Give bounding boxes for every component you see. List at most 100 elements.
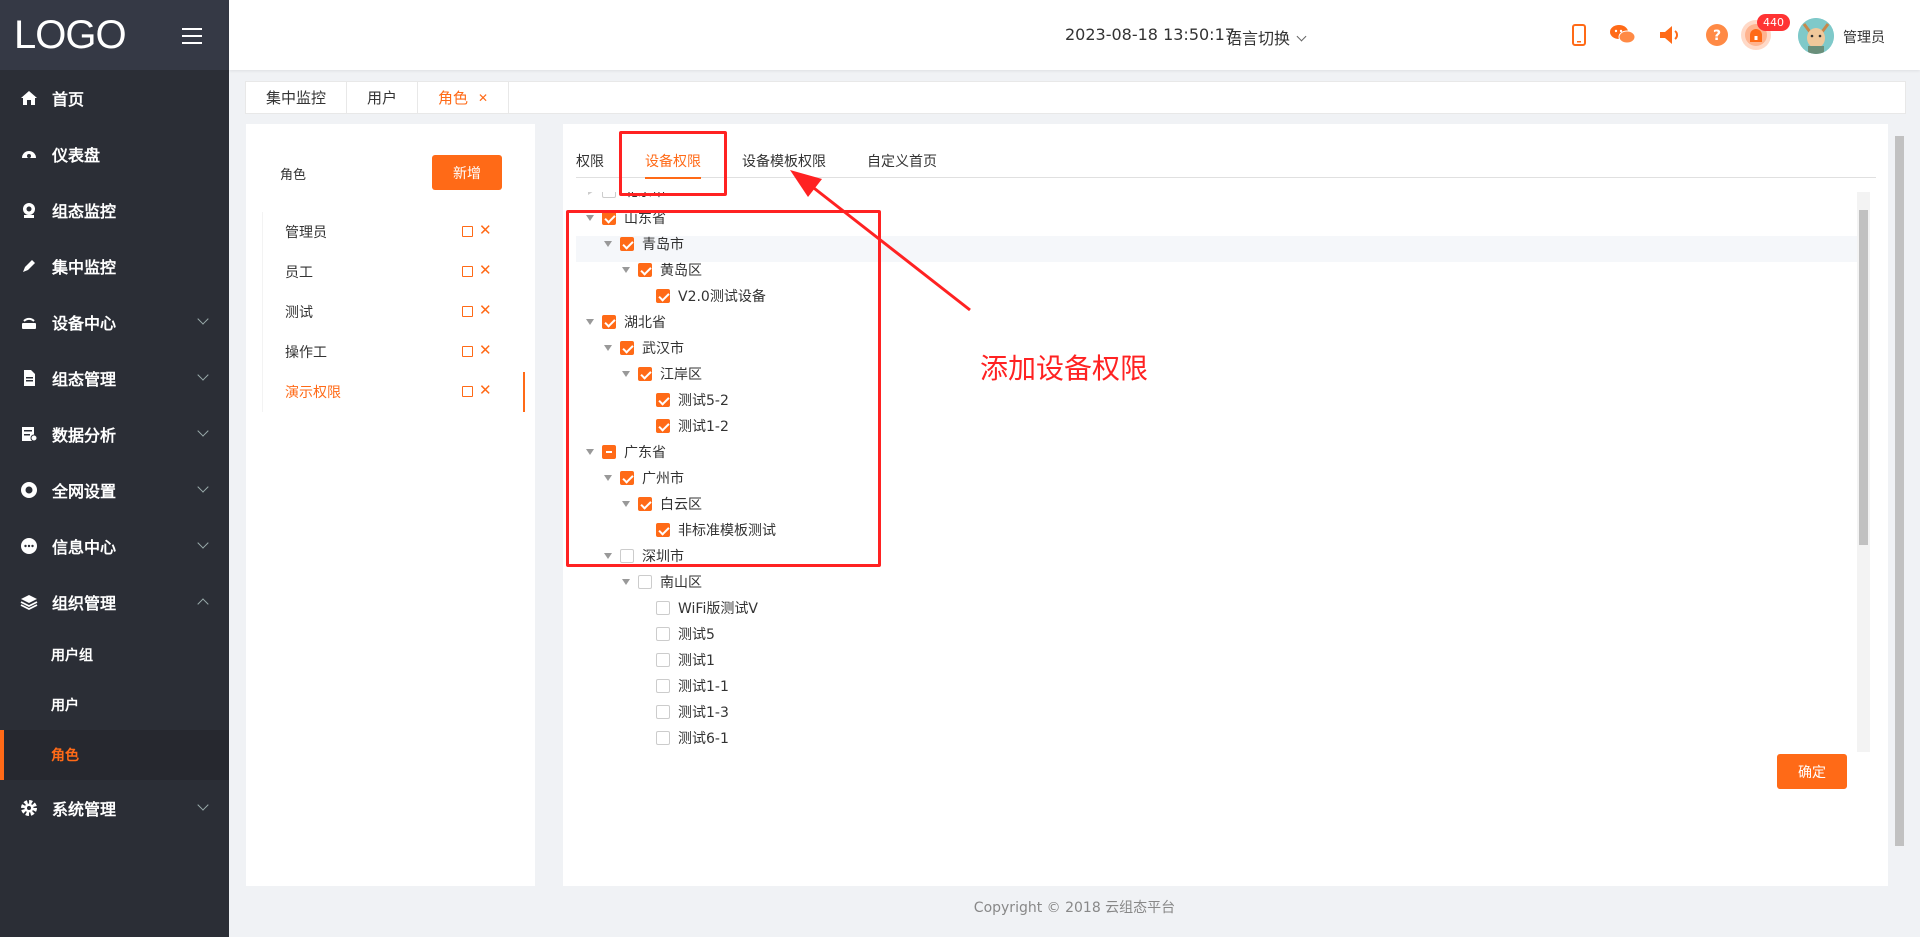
scrollbar-thumb[interactable] bbox=[1859, 210, 1868, 545]
checkbox[interactable] bbox=[638, 263, 652, 277]
caret-right-icon[interactable] bbox=[588, 192, 594, 195]
tree-node[interactable]: 非标准模板测试 bbox=[640, 517, 776, 543]
checkbox[interactable] bbox=[656, 679, 670, 693]
edit-icon[interactable] bbox=[462, 266, 473, 277]
tree-node[interactable]: 测试1-3 bbox=[640, 699, 729, 725]
menu-item-dashboard[interactable]: 仪表盘 bbox=[0, 126, 229, 182]
delete-icon[interactable]: ✕ bbox=[479, 261, 492, 279]
checkbox[interactable] bbox=[656, 601, 670, 615]
edit-icon[interactable] bbox=[462, 346, 473, 357]
tree-node[interactable]: V2.0测试设备 bbox=[640, 283, 766, 309]
menu-item-home[interactable]: 首页 bbox=[0, 70, 229, 126]
checkbox[interactable] bbox=[656, 627, 670, 641]
edit-icon[interactable] bbox=[462, 226, 473, 237]
tree-node[interactable]: 江岸区 bbox=[622, 361, 702, 387]
checkbox[interactable] bbox=[656, 419, 670, 433]
tree-node[interactable]: 测试1 bbox=[640, 647, 715, 673]
tab-role[interactable]: 角色 ✕ bbox=[418, 82, 510, 113]
hamburger-menu-icon[interactable] bbox=[182, 28, 202, 44]
checkbox[interactable] bbox=[656, 393, 670, 407]
checkbox[interactable] bbox=[638, 367, 652, 381]
tree-node[interactable]: WiFi版测试V bbox=[640, 595, 758, 621]
edit-icon[interactable] bbox=[462, 306, 473, 317]
role-item[interactable]: 演示权限 ✕ bbox=[263, 372, 525, 412]
caret-down-icon[interactable] bbox=[586, 215, 594, 221]
delete-icon[interactable]: ✕ bbox=[479, 301, 492, 319]
role-item[interactable]: 员工 ✕ bbox=[263, 252, 525, 292]
tree-node[interactable]: 白云区 bbox=[622, 491, 702, 517]
checkbox[interactable] bbox=[656, 523, 670, 537]
checkbox[interactable] bbox=[656, 653, 670, 667]
checkbox[interactable] bbox=[638, 497, 652, 511]
menu-item-scada-manage[interactable]: 组态管理 bbox=[0, 350, 229, 406]
wechat-icon[interactable] bbox=[1608, 22, 1636, 48]
menu-item-org-manage[interactable]: 组织管理 bbox=[0, 574, 229, 630]
delete-icon[interactable]: ✕ bbox=[479, 381, 492, 399]
close-icon[interactable]: ✕ bbox=[478, 91, 488, 105]
tree-node[interactable]: 测试1-1 bbox=[640, 673, 729, 699]
speaker-icon[interactable] bbox=[1657, 22, 1683, 48]
caret-down-icon[interactable] bbox=[604, 553, 612, 559]
tree-node[interactable]: 湖北省 bbox=[586, 309, 666, 335]
tree-scrollbar[interactable] bbox=[1857, 192, 1870, 752]
tree-node[interactable]: 测试6-1 bbox=[640, 725, 729, 751]
menu-item-system-manage[interactable]: 系统管理 bbox=[0, 780, 229, 836]
caret-down-icon[interactable] bbox=[622, 501, 630, 507]
tree-node[interactable]: 深圳市 bbox=[604, 543, 684, 569]
tree-node[interactable]: 山东省 bbox=[586, 205, 666, 231]
caret-down-icon[interactable] bbox=[604, 345, 612, 351]
checkbox[interactable] bbox=[602, 315, 616, 329]
caret-down-icon[interactable] bbox=[604, 475, 612, 481]
caret-down-icon[interactable] bbox=[586, 319, 594, 325]
tree-node[interactable]: 广东省 bbox=[586, 439, 666, 465]
tree-node[interactable]: 测试5-2 bbox=[640, 387, 729, 413]
delete-icon[interactable]: ✕ bbox=[479, 341, 492, 359]
tab-permission[interactable]: 权限 bbox=[576, 144, 604, 178]
language-switch[interactable]: 语言切换 bbox=[1226, 25, 1307, 49]
submenu-item-user-group[interactable]: 用户组 bbox=[0, 630, 229, 680]
mobile-icon[interactable] bbox=[1566, 22, 1592, 48]
page-scrollbar[interactable] bbox=[1892, 124, 1906, 886]
add-role-button[interactable]: 新增 bbox=[432, 155, 502, 190]
checkbox[interactable] bbox=[656, 289, 670, 303]
menu-item-device-center[interactable]: 设备中心 bbox=[0, 294, 229, 350]
tree-node[interactable]: 南山区 bbox=[622, 569, 702, 595]
role-item[interactable]: 管理员 ✕ bbox=[263, 212, 525, 252]
tree-node[interactable]: 测试5 bbox=[640, 621, 715, 647]
tree-node[interactable]: 北京市 bbox=[586, 192, 666, 204]
caret-down-icon[interactable] bbox=[604, 241, 612, 247]
tree-node[interactable]: 广州市 bbox=[604, 465, 684, 491]
caret-down-icon[interactable] bbox=[622, 267, 630, 273]
checkbox[interactable] bbox=[656, 731, 670, 745]
tab-user[interactable]: 用户 bbox=[347, 82, 419, 113]
tree-node[interactable]: 黄岛区 bbox=[622, 257, 702, 283]
submenu-item-user[interactable]: 用户 bbox=[0, 680, 229, 730]
avatar[interactable] bbox=[1798, 18, 1834, 54]
delete-icon[interactable]: ✕ bbox=[479, 221, 492, 239]
tree-node[interactable]: 青岛市 bbox=[604, 231, 684, 257]
submenu-item-role[interactable]: 角色 bbox=[0, 730, 229, 780]
menu-item-data-analysis[interactable]: 数据分析 bbox=[0, 406, 229, 462]
help-icon[interactable]: ? bbox=[1704, 22, 1730, 48]
tree-node[interactable]: 武汉市 bbox=[604, 335, 684, 361]
tab-device-permission[interactable]: 设备权限 bbox=[645, 144, 701, 179]
checkbox[interactable] bbox=[620, 237, 634, 251]
tab-central-monitor[interactable]: 集中监控 bbox=[246, 82, 348, 113]
tree-node[interactable]: 测试1-2 bbox=[640, 413, 729, 439]
menu-item-info-center[interactable]: 信息中心 bbox=[0, 518, 229, 574]
checkbox[interactable] bbox=[620, 549, 634, 563]
caret-down-icon[interactable] bbox=[622, 579, 630, 585]
edit-icon[interactable] bbox=[462, 386, 473, 397]
checkbox[interactable] bbox=[602, 192, 616, 198]
role-item[interactable]: 操作工 ✕ bbox=[263, 332, 525, 372]
checkbox[interactable] bbox=[638, 575, 652, 589]
checkbox[interactable] bbox=[602, 211, 616, 225]
checkbox[interactable] bbox=[620, 471, 634, 485]
menu-item-scada-monitor[interactable]: 组态监控 bbox=[0, 182, 229, 238]
checkbox[interactable] bbox=[602, 445, 616, 459]
checkbox[interactable] bbox=[656, 705, 670, 719]
menu-item-network-settings[interactable]: 全网设置 bbox=[0, 462, 229, 518]
caret-down-icon[interactable] bbox=[622, 371, 630, 377]
confirm-button[interactable]: 确定 bbox=[1777, 754, 1847, 789]
checkbox[interactable] bbox=[620, 341, 634, 355]
